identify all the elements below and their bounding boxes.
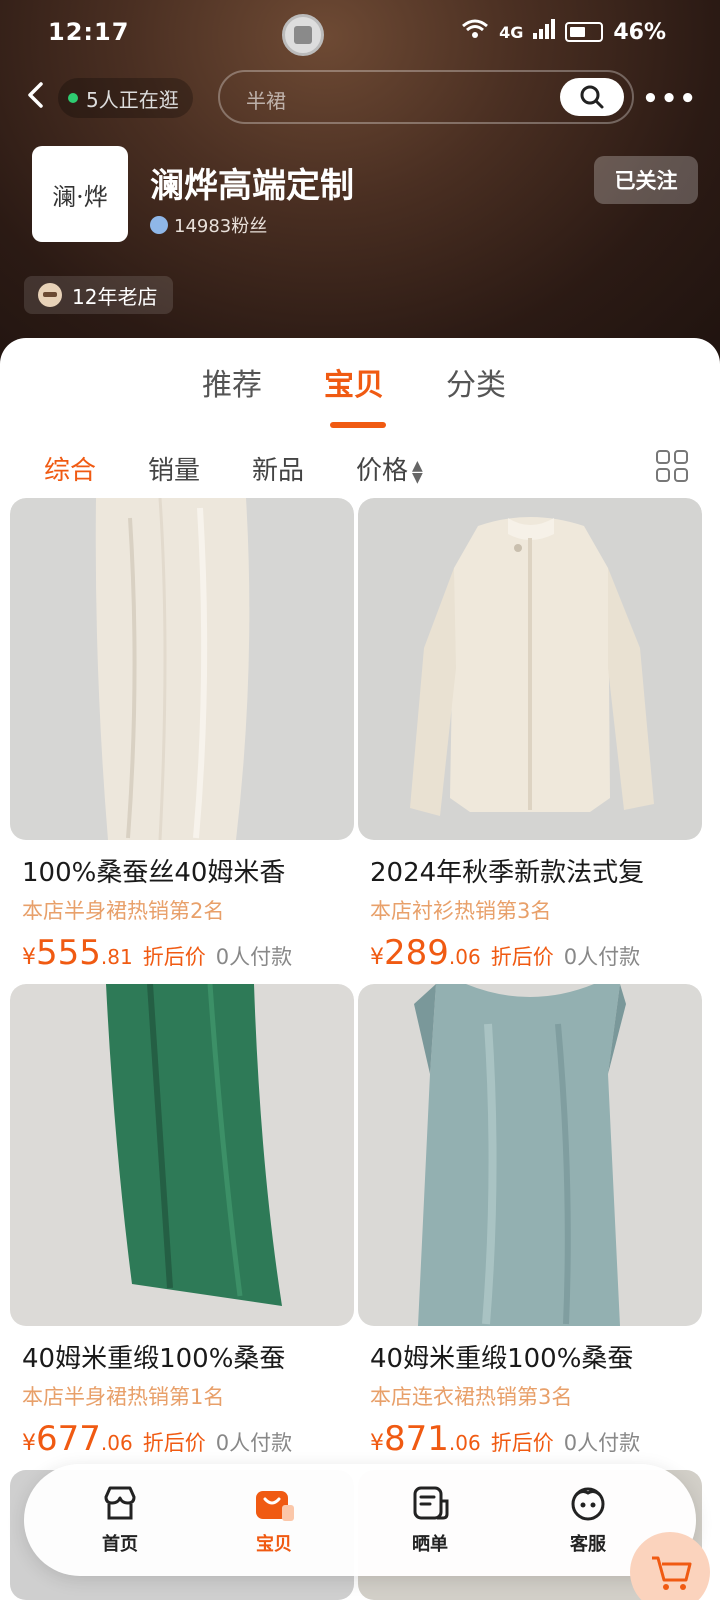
product-title: 100%桑蚕丝40姆米香 xyxy=(22,858,286,888)
search-input[interactable]: 半裙 xyxy=(218,70,634,124)
store-badge-icon xyxy=(38,283,62,307)
nav-customer-service-label: 客服 xyxy=(570,1534,606,1555)
nav-customer-service[interactable]: 客服 xyxy=(548,1480,628,1556)
price-decimal: .06 xyxy=(448,1431,481,1455)
price-integer: 555 xyxy=(36,933,101,973)
price-integer: 677 xyxy=(36,1419,101,1459)
sort-comprehensive[interactable]: 综合 xyxy=(44,450,96,487)
nav-home[interactable]: 首页 xyxy=(80,1480,160,1556)
fans-count: 14983粉丝 xyxy=(150,212,267,238)
nav-reviews-label: 晒单 xyxy=(412,1534,448,1555)
grid-layout-icon[interactable] xyxy=(656,450,688,482)
follow-button[interactable]: 已关注 xyxy=(594,156,698,204)
battery-icon xyxy=(565,22,604,42)
wifi-icon xyxy=(461,18,489,46)
sort-price-label: 价格 xyxy=(356,456,409,486)
product-title: 40姆米重缎100%桑蚕 xyxy=(370,1344,634,1374)
product-rank: 本店半身裙热销第2名 xyxy=(22,899,225,923)
price-decimal: .06 xyxy=(448,945,481,969)
payers-count: 0人付款 xyxy=(563,945,641,969)
payers-count: 0人付款 xyxy=(215,945,293,969)
product-image[interactable] xyxy=(358,984,702,1326)
status-time: 12:17 xyxy=(48,18,130,46)
signal-icon xyxy=(533,19,556,45)
more-options-icon[interactable]: ••• xyxy=(642,84,698,114)
currency-symbol: ¥ xyxy=(22,1431,36,1456)
price-row: ¥ 677 .06 折后价 0人付款 xyxy=(22,1419,354,1459)
product-card[interactable]: 40姆米重缎100%桑蚕 本店半身裙热销第1名 ¥ 677 .06 折后价 0人… xyxy=(10,984,354,1459)
network-label: 4G xyxy=(499,22,524,42)
price-decimal: .06 xyxy=(100,1431,133,1455)
customer-service-icon xyxy=(548,1480,628,1526)
price-decimal: .81 xyxy=(100,945,133,969)
cart-floating-button[interactable] xyxy=(630,1532,710,1600)
store-age-badge[interactable]: 12年老店 xyxy=(24,276,174,314)
product-card[interactable]: 100%桑蚕丝40姆米香 本店半身裙热销第2名 ¥ 555 .81 折后价 0人… xyxy=(10,498,354,973)
active-tab-indicator xyxy=(330,422,386,428)
live-dot-icon xyxy=(68,93,78,103)
product-image[interactable] xyxy=(10,984,354,1326)
price-row: ¥ 871 .06 折后价 0人付款 xyxy=(370,1419,702,1459)
currency-symbol: ¥ xyxy=(22,945,36,970)
store-name[interactable]: 澜烨高端定制 xyxy=(150,158,354,207)
nav-home-label: 首页 xyxy=(102,1534,138,1555)
cart-icon xyxy=(652,1556,692,1590)
sort-new[interactable]: 新品 xyxy=(252,450,304,487)
product-title: 40姆米重缎100%桑蚕 xyxy=(22,1344,286,1374)
product-card[interactable]: 40姆米重缎100%桑蚕 本店连衣裙热销第3名 ¥ 871 .06 折后价 0人… xyxy=(358,984,702,1459)
product-image[interactable] xyxy=(358,498,702,840)
visitors-badge: 5人正在逛 xyxy=(58,78,193,118)
sort-sales[interactable]: 销量 xyxy=(148,450,200,487)
product-rank: 本店连衣裙热销第3名 xyxy=(370,1385,573,1409)
fans-label: 14983粉丝 xyxy=(174,216,268,237)
currency-symbol: ¥ xyxy=(370,1431,384,1456)
nav-items[interactable]: 宝贝 xyxy=(234,1480,314,1556)
search-icon xyxy=(580,85,604,109)
sort-price[interactable]: 价格 ▲ ▼ xyxy=(356,450,423,487)
sort-bar: 综合 销量 新品 价格 ▲ ▼ xyxy=(0,438,720,494)
back-arrow-icon[interactable] xyxy=(22,80,58,116)
product-image[interactable] xyxy=(10,498,354,840)
store-home-icon xyxy=(80,1480,160,1526)
store-age-label: 12年老店 xyxy=(72,284,158,309)
nav-reviews[interactable]: 晒单 xyxy=(390,1480,470,1556)
search-placeholder: 半裙 xyxy=(246,89,286,113)
status-indicators: 4G 46% xyxy=(461,18,666,46)
status-bar: 12:17 4G 46% xyxy=(0,0,720,68)
battery-percent: 46% xyxy=(613,19,666,45)
currency-symbol: ¥ xyxy=(370,945,384,970)
tab-items[interactable]: 宝贝 xyxy=(324,360,384,404)
price-row: ¥ 289 .06 折后价 0人付款 xyxy=(370,933,702,973)
discount-label: 折后价 xyxy=(490,1431,554,1455)
price-integer: 871 xyxy=(384,1419,449,1459)
product-card[interactable]: 2024年秋季新款法式复 本店衬衫热销第3名 ¥ 289 .06 折后价 0人付… xyxy=(358,498,702,973)
price-row: ¥ 555 .81 折后价 0人付款 xyxy=(22,933,354,973)
crown-icon xyxy=(150,216,168,234)
app-notification-icon xyxy=(282,14,324,56)
tab-recommend[interactable]: 推荐 xyxy=(202,360,262,404)
top-navigation: 5人正在逛 半裙 ••• xyxy=(0,70,720,126)
reviews-icon xyxy=(390,1480,470,1526)
nav-items-label: 宝贝 xyxy=(256,1534,292,1555)
payers-count: 0人付款 xyxy=(563,1431,641,1455)
visitors-label: 5人正在逛 xyxy=(86,87,179,112)
product-title: 2024年秋季新款法式复 xyxy=(370,858,645,888)
store-tabs: 推荐 宝贝 分类 xyxy=(0,360,720,430)
price-integer: 289 xyxy=(384,933,449,973)
payers-count: 0人付款 xyxy=(215,1431,293,1455)
store-logo[interactable]: 澜·烨 xyxy=(32,146,128,242)
tab-categories[interactable]: 分类 xyxy=(446,360,506,404)
discount-label: 折后价 xyxy=(142,1431,206,1455)
discount-label: 折后价 xyxy=(490,945,554,969)
product-rank: 本店半身裙热销第1名 xyxy=(22,1385,225,1409)
sort-arrows-icon: ▲ ▼ xyxy=(412,457,423,486)
product-rank: 本店衬衫热销第3名 xyxy=(370,899,552,923)
search-button[interactable] xyxy=(560,78,624,116)
discount-label: 折后价 xyxy=(142,945,206,969)
bottom-navigation: 首页 宝贝 晒单 客服 xyxy=(24,1464,696,1576)
shopping-bag-icon xyxy=(234,1480,314,1526)
